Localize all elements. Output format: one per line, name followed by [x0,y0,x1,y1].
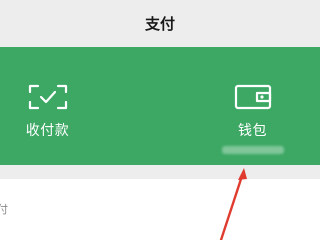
header-bar: 支付 [0,0,320,47]
partial-item-label: 付 [0,203,8,216]
scan-frame-check-icon [28,84,67,110]
page-title: 支付 [144,15,175,33]
section-divider [0,165,320,179]
receive-pay-button[interactable]: 收付款 [0,47,95,165]
wallet-button[interactable]: 钱包 [205,47,300,165]
wallet-label: 钱包 [238,123,267,139]
wallet-balance-blurred [221,146,284,154]
receive-pay-label: 收付款 [25,123,70,139]
payment-panel: 收付款 钱包 [0,47,320,165]
wallet-icon [234,84,271,110]
next-section: 付 [0,179,320,240]
